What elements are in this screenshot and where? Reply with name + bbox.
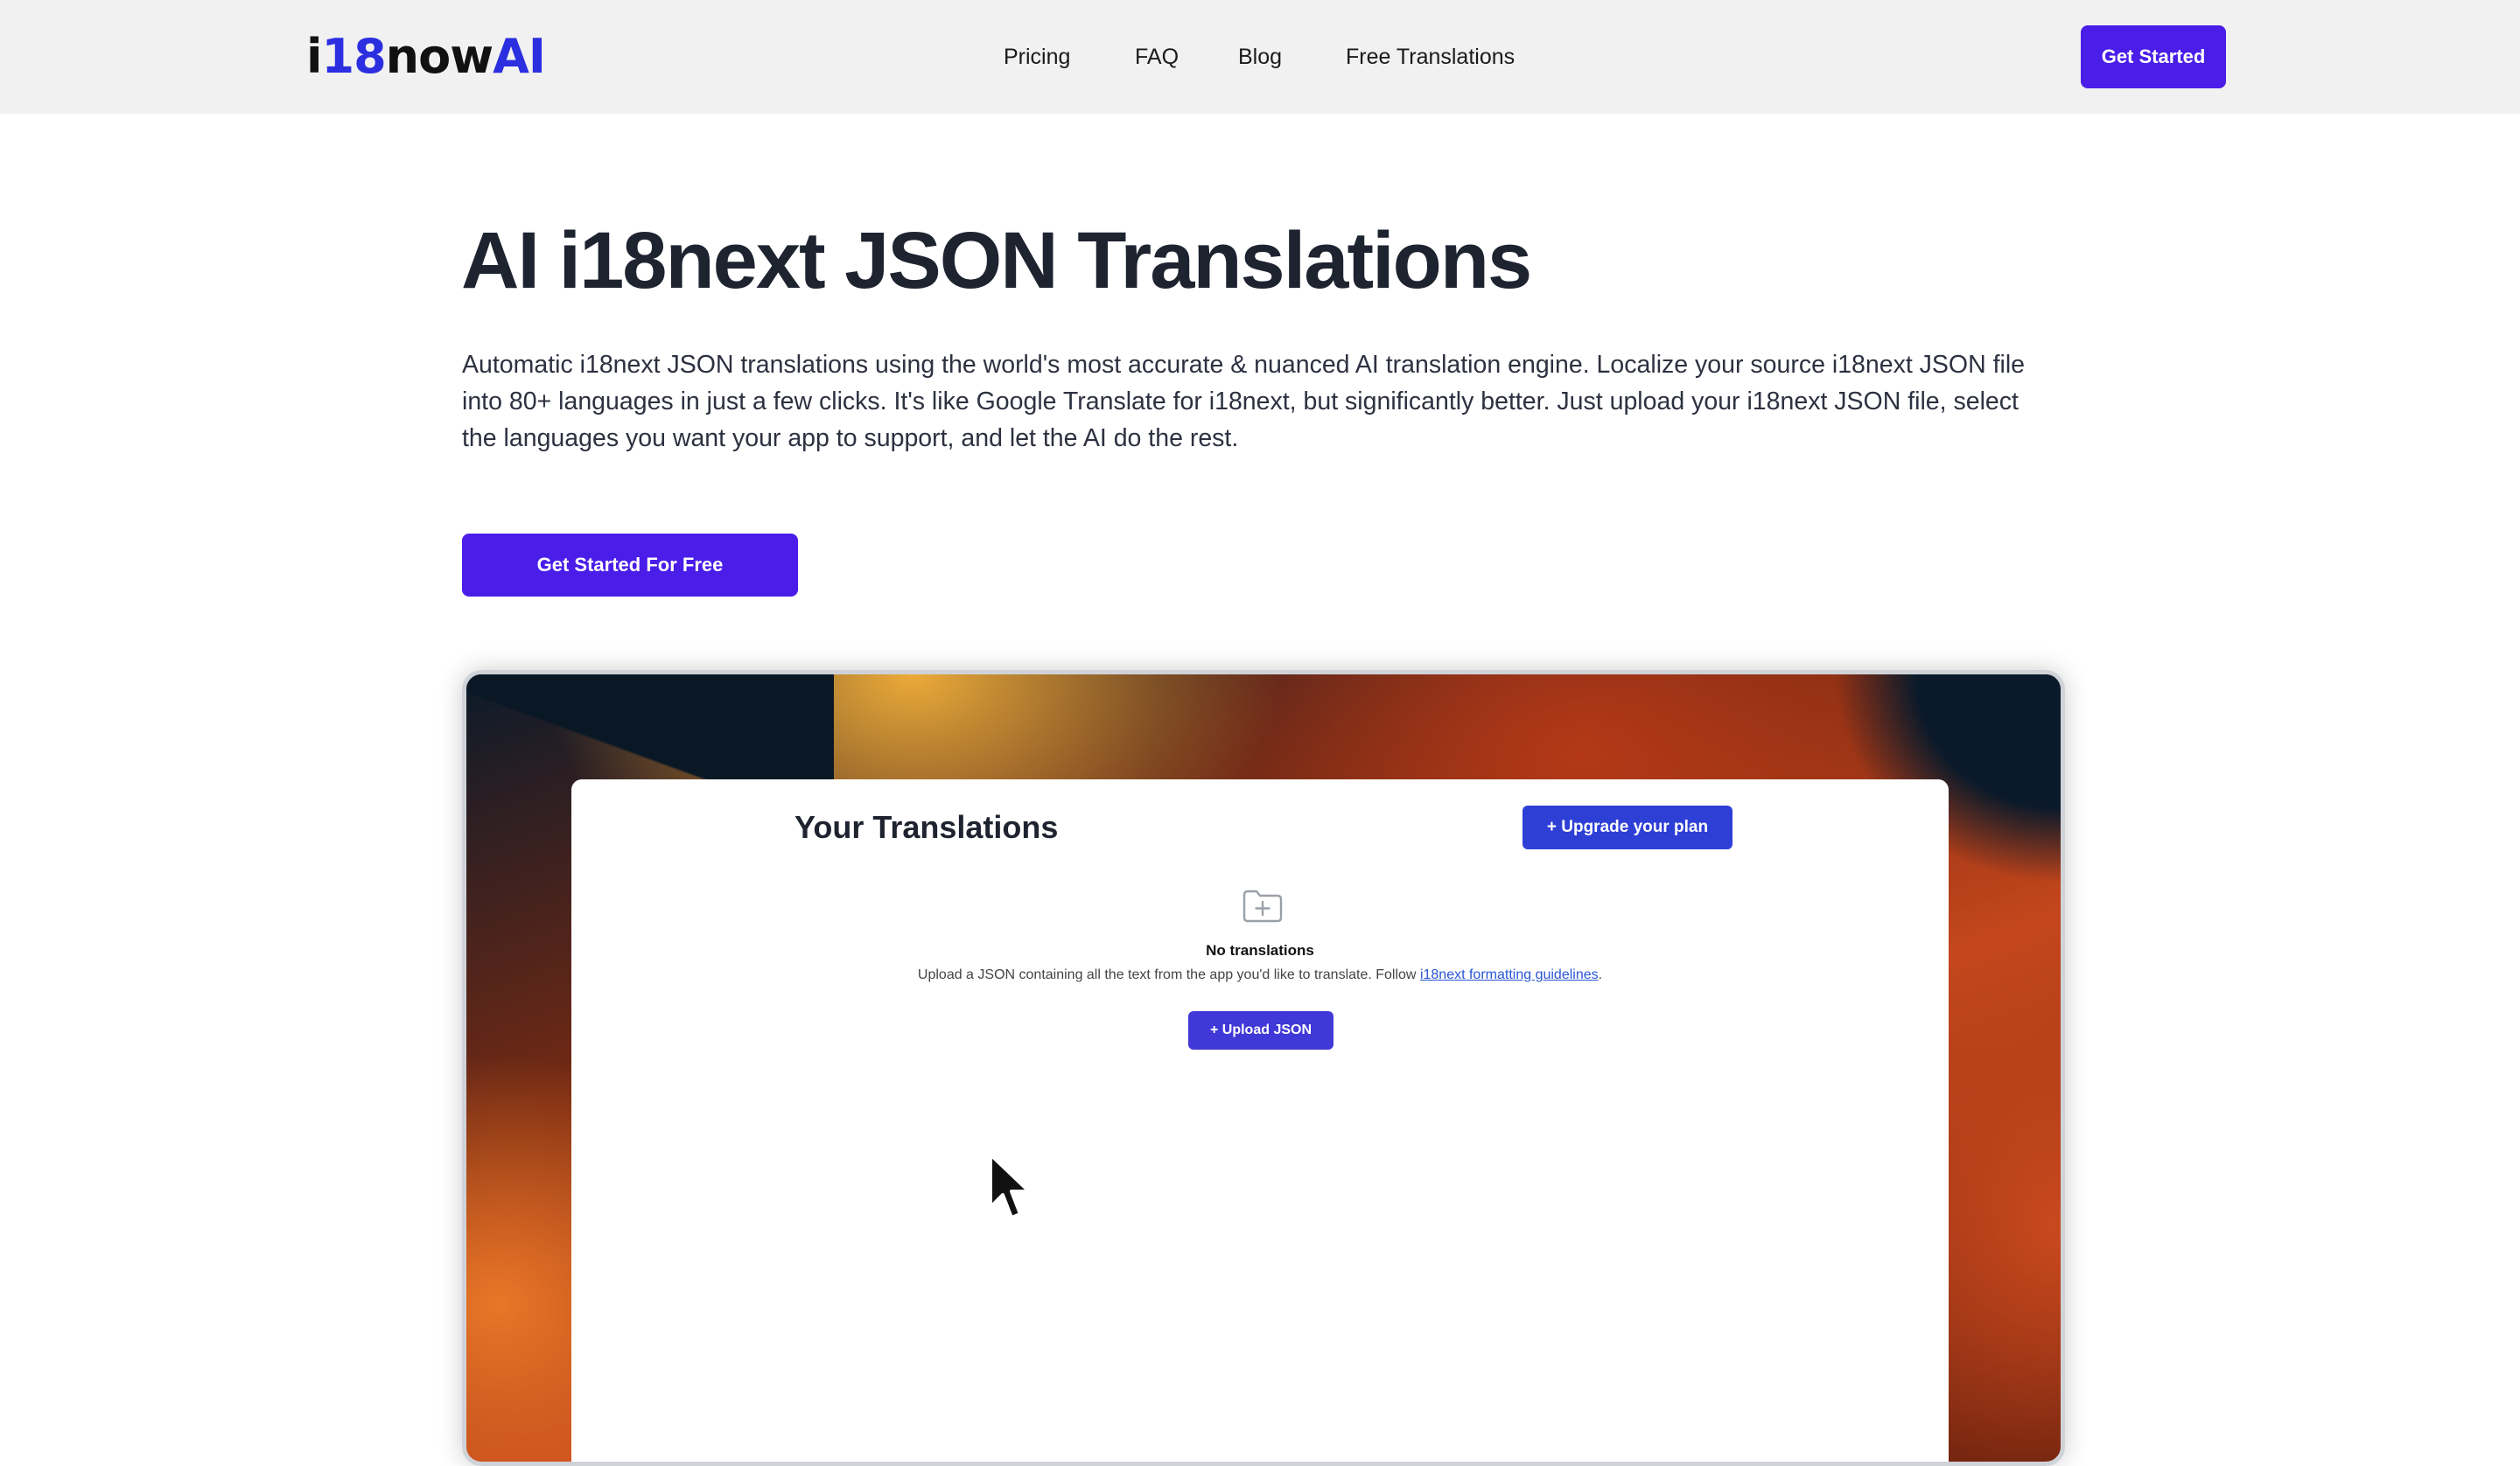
logo-part-i: i	[306, 29, 322, 84]
nav-link-free-translations[interactable]: Free Translations	[1346, 40, 1515, 73]
nav-link-blog[interactable]: Blog	[1238, 40, 1282, 73]
site-header: i18nowAI Pricing FAQ Blog Free Translati…	[0, 0, 2520, 114]
logo-part-18: 18	[321, 29, 387, 84]
logo-part-now: now	[385, 29, 494, 84]
get-started-free-button[interactable]: Get Started For Free	[462, 534, 798, 597]
folder-plus-icon	[1242, 890, 1283, 923]
hero-description: Automatic i18next JSON translations usin…	[462, 351, 2026, 452]
formatting-guidelines-link[interactable]: i18next formatting guidelines	[1420, 967, 1599, 982]
empty-state-title: No translations	[1206, 942, 1314, 959]
empty-state-text: Upload a JSON containing all the text fr…	[917, 967, 1420, 982]
nav-link-faq[interactable]: FAQ	[1135, 40, 1179, 73]
get-started-button[interactable]: Get Started	[2081, 25, 2226, 88]
nav-link-pricing[interactable]: Pricing	[1004, 40, 1070, 73]
logo-part-ai: AI	[493, 29, 546, 84]
upload-json-button[interactable]: + Upload JSON	[1188, 1011, 1334, 1050]
translations-title: Your Translations	[794, 809, 1059, 845]
logo[interactable]: i18nowAI	[306, 26, 546, 87]
app-window: Your Translations + Upgrade your plan No…	[571, 779, 1949, 1462]
upgrade-plan-button[interactable]: + Upgrade your plan	[1522, 806, 1732, 849]
empty-state-text-end: .	[1598, 967, 1603, 982]
app-preview-frame: Your Translations + Upgrade your plan No…	[462, 670, 2065, 1466]
empty-state-description: Upload a JSON containing all the text fr…	[571, 965, 1949, 986]
mouse-cursor-icon	[989, 1153, 1031, 1219]
page-title: AI i18next JSON Translations	[461, 216, 1532, 305]
